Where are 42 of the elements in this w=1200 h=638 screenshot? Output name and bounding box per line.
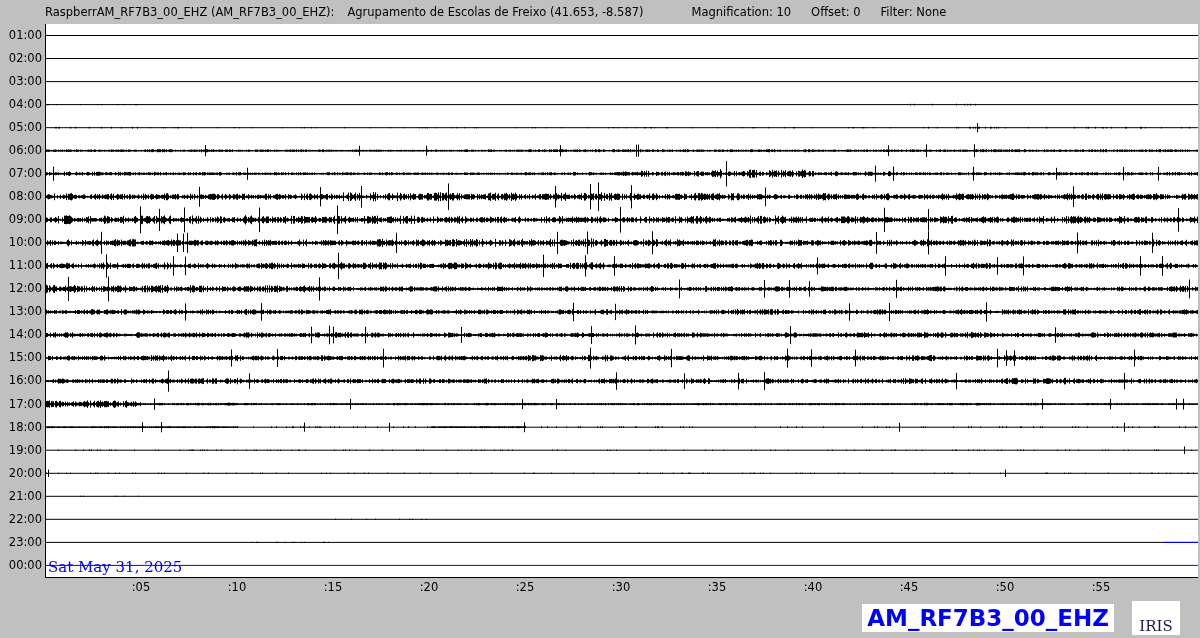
magnification-text: Magnification: 10: [691, 5, 792, 19]
minute-tick-label: :05: [131, 580, 151, 594]
hour-label: 14:00: [7, 326, 43, 344]
hour-label: 04:00: [7, 96, 43, 114]
station-code-label: AM_RF7B3_00_EHZ: [862, 604, 1114, 632]
hour-label: 08:00: [7, 188, 43, 206]
hour-label: 12:00: [7, 280, 43, 298]
minute-tick-label: :45: [899, 580, 919, 594]
hour-label: 03:00: [7, 73, 43, 91]
hour-label: 09:00: [7, 211, 43, 229]
hour-label: 00:00: [7, 556, 43, 574]
minute-tick-label: :10: [227, 580, 247, 594]
location-text: Agrupamento de Escolas de Freixo (41.653, -8.587): [347, 5, 644, 19]
hour-label: 15:00: [7, 349, 43, 367]
minute-tick-label: :15: [323, 580, 343, 594]
hour-label: 10:00: [7, 234, 43, 252]
hour-label: 05:00: [7, 119, 43, 137]
logo: IRIS: [1132, 601, 1180, 635]
hour-label: 22:00: [7, 510, 43, 528]
hour-label: 18:00: [7, 418, 43, 436]
offset-text: Offset: 0: [811, 5, 861, 19]
hour-label: 11:00: [7, 257, 43, 275]
hour-label: 23:00: [7, 533, 43, 551]
hour-label: 13:00: [7, 303, 43, 321]
hour-label: 16:00: [7, 372, 43, 390]
minute-tick-label: :25: [515, 580, 535, 594]
minute-tick-label: :50: [995, 580, 1015, 594]
minute-tick-label: :35: [707, 580, 727, 594]
station-title: RaspberrAM_RF7B3_00_EHZ (AM_RF7B3_00_EHZ):: [45, 5, 335, 19]
minute-tick-label: :55: [1091, 580, 1111, 594]
hour-label: 19:00: [7, 441, 43, 459]
hour-label: 06:00: [7, 142, 43, 160]
hour-label: 21:00: [7, 487, 43, 505]
minute-tick-label: :30: [611, 580, 631, 594]
minute-tick-label: :40: [803, 580, 823, 594]
hour-label: 02:00: [7, 50, 43, 68]
hour-label: 20:00: [7, 464, 43, 482]
hour-label: 07:00: [7, 165, 43, 183]
hour-label: 17:00: [7, 395, 43, 413]
minute-tick-label: :20: [419, 580, 439, 594]
hour-label: 01:00: [7, 27, 43, 44]
filter-text: Filter: None: [880, 5, 947, 19]
